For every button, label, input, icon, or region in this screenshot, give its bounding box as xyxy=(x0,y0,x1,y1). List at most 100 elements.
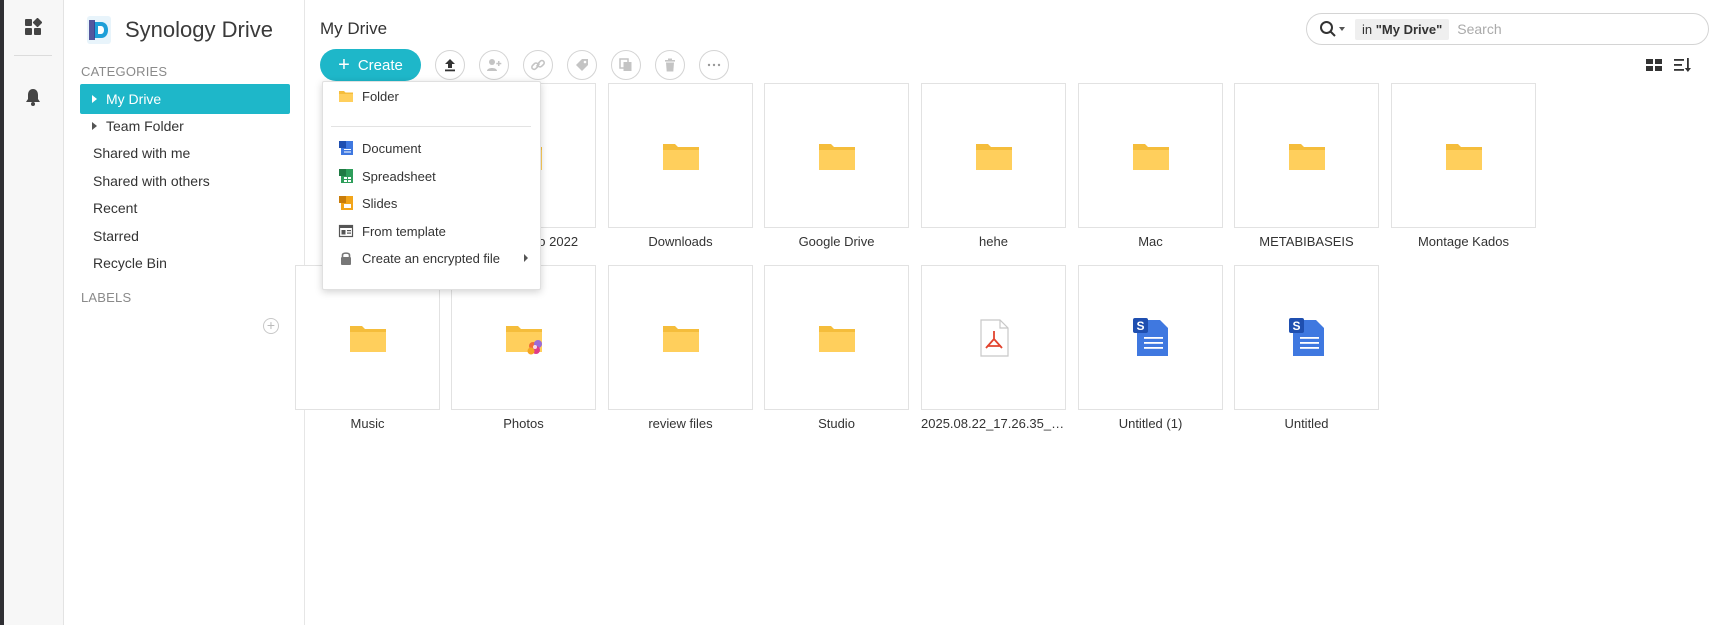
sidebar-item-label: Shared with me xyxy=(93,145,191,161)
file-tile[interactable]: S Untitled xyxy=(1234,265,1379,431)
sidebar-item-recycle-bin[interactable]: Recycle Bin xyxy=(80,248,290,278)
sidebar-item-label: Team Folder xyxy=(106,118,184,134)
folder-icon xyxy=(1288,143,1325,170)
upload-button[interactable] xyxy=(435,50,465,80)
file-name: Montage Kados xyxy=(1417,234,1510,249)
menu-item-encrypted-file[interactable]: Create an encrypted file xyxy=(323,244,542,272)
trash-icon xyxy=(665,58,675,72)
sidebar: Synology Drive CATEGORIES My Drive Team … xyxy=(65,0,305,625)
search-options-dropdown-icon[interactable] xyxy=(1339,27,1345,31)
more-icon xyxy=(707,63,721,67)
create-menu: Folder Document Spreadsheet Slides From … xyxy=(322,81,541,290)
scope-prefix: in xyxy=(1362,21,1376,37)
synology-drive-logo-icon xyxy=(87,16,111,44)
file-tile[interactable]: Mac xyxy=(1078,83,1223,249)
toolbar: + Create xyxy=(320,49,729,81)
expand-caret-icon[interactable] xyxy=(92,95,97,103)
folder-thumbnail xyxy=(764,265,909,410)
sidebar-item-shared-with-others[interactable]: Shared with others xyxy=(80,166,290,196)
menu-item-label: From template xyxy=(362,223,446,239)
brand: Synology Drive xyxy=(85,14,273,46)
create-label: Create xyxy=(357,56,403,74)
menu-item-label: Document xyxy=(362,140,422,156)
file-name: hehe xyxy=(979,234,1008,249)
folder-icon xyxy=(662,143,699,170)
menu-item-label: Folder xyxy=(362,88,399,104)
apps-grid-icon[interactable] xyxy=(24,18,42,36)
view-controls xyxy=(1636,56,1692,74)
file-tile[interactable]: 2025.08.22_17.26.35_E… xyxy=(921,265,1066,431)
synology-document-icon: S xyxy=(1132,317,1168,356)
menu-item-from-template[interactable]: From template xyxy=(323,217,542,245)
file-name: Google Drive xyxy=(798,234,875,249)
link-button[interactable] xyxy=(523,50,553,80)
template-icon xyxy=(338,224,354,238)
file-tile[interactable]: Montage Kados xyxy=(1391,83,1536,249)
menu-item-spreadsheet[interactable]: Spreadsheet xyxy=(323,162,542,190)
spreadsheet-icon xyxy=(339,169,353,183)
menu-item-label: Spreadsheet xyxy=(362,168,436,184)
sidebar-item-team-folder[interactable]: Team Folder xyxy=(80,111,290,141)
create-button[interactable]: + Create xyxy=(320,49,421,81)
menu-divider xyxy=(331,126,531,127)
folder-icon xyxy=(1132,143,1169,170)
folder-thumbnail xyxy=(1234,83,1379,228)
labels-title: LABELS xyxy=(81,290,132,305)
sidebar-item-label: My Drive xyxy=(106,91,162,107)
doc-thumbnail: S xyxy=(1078,265,1223,410)
search-bar[interactable]: in "My Drive" xyxy=(1306,13,1709,45)
sidebar-item-label: Recent xyxy=(93,200,138,216)
file-name: Studio xyxy=(818,416,855,431)
label-button[interactable] xyxy=(567,50,597,80)
sidebar-item-label: Shared with others xyxy=(93,173,210,189)
submenu-arrow-icon xyxy=(524,254,528,262)
folder-icon xyxy=(349,325,386,352)
file-tile[interactable]: Google Drive xyxy=(764,83,909,249)
delete-button[interactable] xyxy=(655,50,685,80)
window-edge xyxy=(0,0,4,625)
share-button[interactable] xyxy=(479,50,509,80)
scope-value: "My Drive" xyxy=(1375,21,1443,37)
folder-icon xyxy=(662,325,699,352)
add-label-icon[interactable]: + xyxy=(263,318,279,334)
doc-thumbnail: S xyxy=(1234,265,1379,410)
pdf-icon xyxy=(979,318,1009,357)
file-tile[interactable]: METABIBASEIS xyxy=(1234,83,1379,249)
document-icon xyxy=(339,141,353,155)
search-scope-chip: in "My Drive" xyxy=(1355,18,1450,40)
file-name: Mac xyxy=(1138,234,1163,249)
photos-folder-icon xyxy=(505,325,542,354)
slides-icon xyxy=(339,196,353,210)
more-button[interactable] xyxy=(699,50,729,80)
sidebar-item-shared-with-me[interactable]: Shared with me xyxy=(80,138,290,168)
svg-text:S: S xyxy=(1136,319,1144,333)
search-input[interactable] xyxy=(1457,21,1658,37)
file-tile[interactable]: S Untitled (1) xyxy=(1078,265,1223,431)
file-tile[interactable]: Downloads xyxy=(608,83,753,249)
bell-icon[interactable] xyxy=(25,88,41,106)
menu-item-slides[interactable]: Slides xyxy=(323,189,542,217)
file-tile[interactable]: Studio xyxy=(764,265,909,431)
menu-item-document[interactable]: Document xyxy=(323,134,542,162)
sidebar-item-starred[interactable]: Starred xyxy=(80,221,290,251)
search-icon[interactable] xyxy=(1319,20,1337,38)
rail-divider xyxy=(14,55,52,56)
copy-button[interactable] xyxy=(611,50,641,80)
file-tile[interactable]: review files xyxy=(608,265,753,431)
menu-item-label: Slides xyxy=(362,195,398,211)
folder-thumbnail xyxy=(764,83,909,228)
add-user-icon xyxy=(487,59,502,71)
sidebar-item-recent[interactable]: Recent xyxy=(80,193,290,223)
file-tile[interactable]: hehe xyxy=(921,83,1066,249)
app-rail xyxy=(0,0,64,625)
expand-caret-icon[interactable] xyxy=(92,122,97,130)
svg-text:S: S xyxy=(1292,319,1300,333)
sort-icon[interactable] xyxy=(1672,56,1692,74)
copy-icon xyxy=(619,58,632,71)
file-name: METABIBASEIS xyxy=(1259,234,1354,249)
sidebar-item-my-drive[interactable]: My Drive xyxy=(80,84,290,114)
brand-name: Synology Drive xyxy=(125,17,273,42)
menu-item-folder[interactable]: Folder xyxy=(323,82,542,110)
grid-view-icon[interactable] xyxy=(1644,56,1664,74)
folder-thumbnail xyxy=(608,83,753,228)
